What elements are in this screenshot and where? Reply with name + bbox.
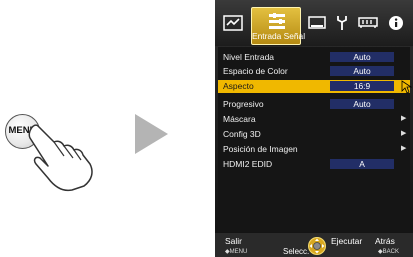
back-label: Atrás — [375, 236, 395, 246]
row-label: Posición de Imagen — [223, 144, 298, 154]
row-value: Auto — [330, 99, 394, 109]
row-label: Aspecto — [223, 81, 254, 91]
tab-memory[interactable] — [358, 15, 378, 35]
menu-row-progresivo[interactable]: Progresivo Auto — [218, 98, 410, 110]
back-key: ◆BACK — [378, 249, 399, 255]
input-signal-icon — [269, 13, 285, 29]
tab-picture-adjust[interactable] — [222, 15, 244, 35]
tool-icon — [337, 16, 347, 30]
chevron-right-icon: ▶ — [401, 145, 407, 152]
osd-panel: Entrada Señal Nivel Entrada Auto Espacio… — [215, 0, 413, 257]
row-value: 16:9 — [330, 81, 394, 91]
memory-icon — [358, 17, 378, 28]
tab-input-signal-label: Entrada Señal — [252, 31, 306, 41]
row-label: HDMI2 EDID — [223, 159, 273, 169]
exit-key: ◆MENU — [225, 249, 248, 255]
row-value: Auto — [330, 66, 394, 76]
exit-label: Salir — [225, 236, 243, 246]
tab-input-signal[interactable]: Entrada Señal — [251, 7, 306, 45]
execute-label: Ejecutar — [331, 236, 363, 246]
menu-row-nivel-entrada[interactable]: Nivel Entrada Auto — [218, 51, 410, 63]
chevron-right-icon: ▶ — [401, 130, 407, 137]
tab-info[interactable] — [387, 15, 405, 35]
row-label: Config 3D — [223, 129, 261, 139]
row-label: Espacio de Color — [223, 66, 288, 76]
menu-row-aspecto[interactable]: Aspecto 16:9 — [218, 80, 410, 93]
row-label: Nivel Entrada — [223, 52, 275, 62]
hand-icon — [28, 124, 93, 192]
menu-row-mascara[interactable]: Máscara ▶ — [218, 113, 410, 125]
arrow-right-icon — [135, 114, 168, 154]
row-label: Progresivo — [223, 99, 264, 109]
installation-icon — [308, 16, 326, 29]
tab-bar: Entrada Señal — [215, 0, 413, 46]
pointer-cursor-icon — [401, 80, 412, 94]
menu-row-posicion-imagen[interactable]: Posición de Imagen ▶ — [218, 143, 410, 155]
info-icon — [389, 16, 403, 30]
picture-adjust-icon — [223, 15, 243, 31]
row-label: Máscara — [223, 114, 256, 124]
menu-row-hdmi2-edid[interactable]: HDMI2 EDID A — [218, 158, 410, 170]
navigation-pad-icon — [308, 237, 326, 255]
row-value: A — [330, 159, 394, 169]
menu-row-espacio-color[interactable]: Espacio de Color Auto — [218, 65, 410, 77]
tab-tool[interactable] — [333, 15, 351, 35]
menu-list: Nivel Entrada Auto Espacio de Color Auto… — [218, 47, 410, 232]
chevron-right-icon: ▶ — [401, 115, 407, 122]
row-value: Auto — [330, 52, 394, 62]
tab-installation[interactable] — [307, 15, 327, 35]
menu-row-config-3d[interactable]: Config 3D ▶ — [218, 128, 410, 140]
